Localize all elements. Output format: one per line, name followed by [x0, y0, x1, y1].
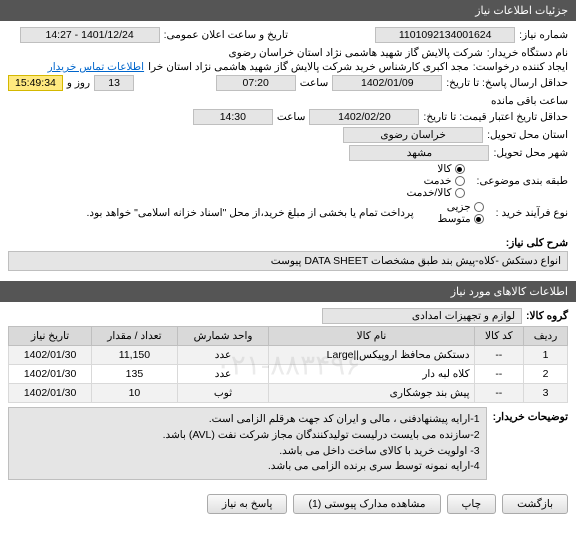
- footer-buttons: بازگشت چاپ مشاهده مدارک پیوستی (1) پاسخ …: [0, 488, 576, 520]
- delivery-province-value: خراسان رضوی: [343, 127, 483, 143]
- items-table: ردیفکد کالانام کالاواحد شمارشتعداد / مقد…: [8, 326, 568, 403]
- purchase-process-label: نوع فرآیند خرید :: [496, 207, 568, 219]
- table-cell: 135: [92, 365, 177, 384]
- delivery-province-label: استان محل تحویل:: [487, 129, 568, 141]
- table-cell: 1402/01/30: [9, 365, 92, 384]
- table-cell: 1402/01/30: [9, 346, 92, 365]
- process-option-1[interactable]: متوسط: [438, 213, 484, 225]
- deadline-date-value: 1402/01/09: [332, 75, 442, 91]
- subject-option-1[interactable]: خدمت: [407, 175, 465, 187]
- table-cell: --: [474, 365, 523, 384]
- radio-label: کالا: [437, 163, 451, 175]
- table-row[interactable]: 2--کلاه لبه دارعدد1351402/01/30: [9, 365, 568, 384]
- deadline-time-value: 07:20: [216, 75, 296, 91]
- day-and-label: روز و: [67, 77, 90, 89]
- table-cell: 11,150: [92, 346, 177, 365]
- respond-button[interactable]: پاسخ به نیاز: [207, 494, 287, 514]
- need-number-value: 1101092134001624: [375, 27, 515, 43]
- radio-label: کالا/خدمت: [407, 187, 452, 199]
- radio-icon: [455, 176, 465, 186]
- buyer-notes-content: 1-ارایه پیشنهادفنی ، مالی و ایران کد جهت…: [8, 407, 487, 480]
- table-cell: ثوب: [177, 384, 269, 403]
- table-cell: 10: [92, 384, 177, 403]
- table-cell: پیش بند جوشکاری: [269, 384, 474, 403]
- delivery-city-value: مشهد: [349, 145, 489, 161]
- buyer-org-value: شرکت پالایش گاز شهید هاشمی نژاد استان خر…: [229, 47, 483, 59]
- radio-icon: [474, 202, 484, 212]
- table-cell: --: [474, 346, 523, 365]
- table-header: نام کالا: [269, 327, 474, 346]
- table-cell: --: [474, 384, 523, 403]
- process-note: پرداخت تمام یا بخشی از مبلغ خرید،از محل …: [86, 207, 413, 219]
- items-table-container: ردیفکد کالانام کالاواحد شمارشتعداد / مقد…: [8, 326, 568, 403]
- table-header: تعداد / مقدار: [92, 327, 177, 346]
- table-cell: 1402/01/30: [9, 384, 92, 403]
- table-header: کد کالا: [474, 327, 523, 346]
- request-creator-label: ایجاد کننده درخواست:: [473, 61, 568, 73]
- table-cell: 2: [524, 365, 568, 384]
- subject-option-2[interactable]: کالا/خدمت: [407, 187, 465, 199]
- radio-icon: [474, 214, 484, 224]
- radio-label: خدمت: [424, 175, 452, 187]
- announce-datetime-value: 1401/12/24 - 14:27: [20, 27, 160, 43]
- table-row[interactable]: 1--دستکش محافظ اروپیکس||Largeعدد11,15014…: [9, 346, 568, 365]
- need-number-label: شماره نیاز:: [519, 29, 568, 41]
- price-validity-time-value: 14:30: [193, 109, 273, 125]
- announce-datetime-label: تاریخ و ساعت اعلان عمومی:: [164, 29, 288, 41]
- table-header: واحد شمارش: [177, 327, 269, 346]
- table-cell: 1: [524, 346, 568, 365]
- subject-category-label: طبقه بندی موضوعی:: [477, 175, 568, 187]
- hour-label-2: ساعت: [277, 111, 306, 123]
- remaining-label: ساعت باقی مانده: [491, 95, 568, 107]
- days-remaining-value: 13: [94, 75, 134, 91]
- price-validity-date-value: 1402/02/20: [309, 109, 419, 125]
- attachments-button[interactable]: مشاهده مدارک پیوستی (1): [293, 494, 440, 514]
- section-header-need-details: جزئیات اطلاعات نیاز: [0, 0, 576, 21]
- table-cell: دستکش محافظ اروپیکس||Large: [269, 346, 474, 365]
- back-button[interactable]: بازگشت: [502, 494, 568, 514]
- radio-label: متوسط: [438, 213, 471, 225]
- deadline-label: حداقل ارسال پاسخ: تا تاریخ:: [446, 77, 568, 89]
- section-header-need-items: اطلاعات کالاهای مورد نیاز: [0, 281, 576, 302]
- need-title-label: شرح کلی نیاز:: [506, 237, 568, 249]
- process-option-0[interactable]: جزیی: [438, 201, 484, 213]
- buyer-org-label: نام دستگاه خریدار:: [487, 47, 568, 59]
- table-cell: عدد: [177, 365, 269, 384]
- radio-icon: [455, 188, 465, 198]
- goods-group-value: لوازم و تجهیزات امدادی: [322, 308, 522, 324]
- radio-icon: [455, 164, 465, 174]
- radio-label: جزیی: [447, 201, 471, 213]
- table-row[interactable]: 3--پیش بند جوشکاریثوب101402/01/30: [9, 384, 568, 403]
- request-creator-value: مجد اکبری کارشناس خرید شرکت پالایش گاز ش…: [148, 61, 469, 73]
- table-header: تاریخ نیاز: [9, 327, 92, 346]
- table-header: ردیف: [524, 327, 568, 346]
- time-remaining-value: 15:49:34: [8, 75, 63, 91]
- print-button[interactable]: چاپ: [447, 494, 497, 514]
- contact-info-link[interactable]: اطلاعات تماس خریدار: [48, 61, 144, 73]
- form-area: شماره نیاز: 1101092134001624 تاریخ و ساع…: [0, 21, 576, 281]
- table-cell: عدد: [177, 346, 269, 365]
- table-cell: 3: [524, 384, 568, 403]
- price-validity-label: حداقل تاریخ اعتبار قیمت: تا تاریخ:: [423, 111, 568, 123]
- need-title-value: انواع دستکش -کلاه-پیش بند طبق مشخصات DAT…: [8, 251, 568, 271]
- buyer-notes-label: توضیحات خریدار:: [493, 407, 568, 423]
- delivery-city-label: شهر محل تحویل:: [493, 147, 568, 159]
- hour-label-1: ساعت: [300, 77, 329, 89]
- table-cell: کلاه لبه دار: [269, 365, 474, 384]
- subject-option-0[interactable]: کالا: [407, 163, 465, 175]
- goods-group-label: گروه کالا:: [526, 310, 568, 322]
